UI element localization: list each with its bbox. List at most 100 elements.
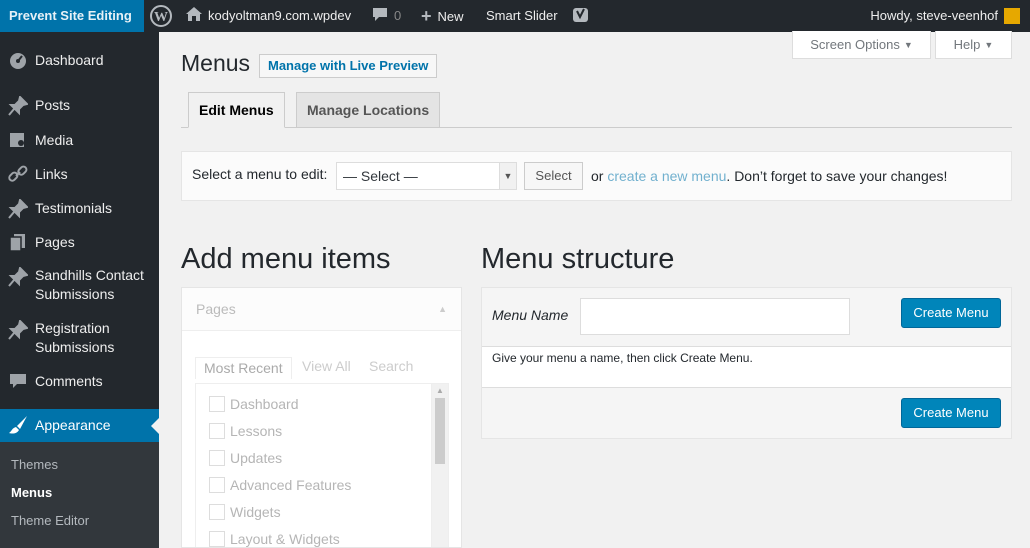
page-title: Menus (181, 50, 251, 76)
checkbox[interactable] (209, 396, 225, 412)
checkbox[interactable] (209, 504, 225, 520)
menu-structure-header: Menu Name Create Menu (482, 288, 1011, 347)
list-item-label: Layout & Widgets (230, 531, 340, 547)
hint-prefix: or (591, 168, 604, 184)
sidebar-item-pages[interactable]: Pages (0, 228, 159, 256)
menu-select-dropdown[interactable]: — Select — ▼ (336, 162, 517, 190)
sidebar-item-appearance[interactable]: Appearance (0, 409, 159, 442)
scrollbar[interactable]: ▲ (431, 384, 448, 547)
comments-count: 0 (394, 8, 402, 23)
sidebar-item-label: Pages (35, 234, 75, 250)
tab-edit-menus[interactable]: Edit Menus (188, 92, 285, 128)
tab-search[interactable]: Search (369, 358, 413, 374)
svg-text:W: W (154, 10, 168, 25)
sidebar-item-comments[interactable]: Comments (0, 367, 159, 395)
site-title-link[interactable]: Prevent Site Editing (0, 0, 144, 32)
comments-link[interactable]: 0 (372, 0, 401, 32)
add-menu-items-title: Add menu items (181, 243, 391, 275)
live-preview-button[interactable]: Manage with Live Preview (259, 54, 438, 78)
caret-down-icon: ▼ (903, 40, 913, 50)
sidebar-item-label: Testimonials (35, 200, 113, 216)
create-menu-button[interactable]: Create Menu (901, 298, 1001, 328)
pages-icon (8, 232, 28, 252)
checkbox[interactable] (209, 531, 225, 547)
new-label: New (437, 9, 464, 24)
tab-most-recent[interactable]: Most Recent (195, 357, 292, 379)
sidebar-item-label: Sandhills Contact Submissions (35, 267, 144, 302)
list-item[interactable]: Lessons (209, 423, 282, 439)
list-item[interactable]: Widgets (209, 504, 281, 520)
sidebar-item-links[interactable]: Links (0, 160, 159, 188)
menu-select-value: — Select — (343, 168, 418, 184)
sidebar-item-label: Dashboard (35, 52, 104, 68)
tab-view-all[interactable]: View All (302, 358, 351, 374)
help-label: Help (953, 37, 981, 52)
submenu-item-menus[interactable]: Menus (11, 485, 52, 500)
chevron-down-icon: ▼ (499, 163, 516, 189)
account-menu[interactable]: Howdy, steve-veenhof (870, 0, 1020, 32)
list-item-label: Advanced Features (230, 477, 352, 493)
media-icon (8, 130, 28, 150)
pin-icon (8, 198, 29, 219)
list-item[interactable]: Updates (209, 450, 282, 466)
menu-name-input[interactable] (580, 298, 850, 335)
smart-slider-label: Smart Slider (486, 8, 558, 23)
list-item[interactable]: Dashboard (209, 396, 299, 412)
scrollbar-thumb[interactable] (435, 398, 445, 464)
home-icon (186, 7, 208, 23)
pin-icon (8, 95, 29, 116)
select-hint: or create a new menu. Don’t forget to sa… (591, 168, 947, 184)
list-item-label: Updates (230, 450, 283, 466)
brush-icon (8, 415, 28, 435)
menu-structure-hint: Give your menu a name, then click Create… (492, 351, 753, 365)
scroll-up-icon[interactable]: ▲ (436, 386, 444, 395)
pages-checklist: Dashboard Lessons Updates Advanced Featu… (195, 383, 449, 547)
screen-options-button[interactable]: Screen Options ▼ (792, 31, 931, 59)
checkbox[interactable] (209, 423, 225, 439)
sidebar-item-sandhills-contact[interactable]: Sandhills Contact Submissions (0, 262, 159, 308)
list-item-label: Lessons (230, 423, 283, 439)
submenu-item-theme-editor[interactable]: Theme Editor (11, 513, 89, 528)
tab-manage-locations[interactable]: Manage Locations (296, 92, 441, 128)
create-new-menu-link[interactable]: create a new menu (607, 168, 726, 184)
home-link[interactable]: kodyoltman9.com.wpdev (186, 0, 351, 32)
pin-icon (8, 319, 29, 340)
checkbox[interactable] (209, 450, 225, 466)
comment-icon (372, 8, 394, 23)
sidebar-item-media[interactable]: Media (0, 126, 159, 154)
list-item[interactable]: Advanced Features (209, 477, 351, 493)
help-button[interactable]: Help ▼ (935, 31, 1012, 59)
sidebar-item-testimonials[interactable]: Testimonials (0, 194, 159, 222)
submenu-item-themes[interactable]: Themes (11, 457, 58, 472)
sidebar-item-registration[interactable]: Registration Submissions (0, 315, 159, 361)
site-title-label: Prevent Site Editing (9, 8, 132, 23)
wordpress-logo-icon[interactable]: W (150, 0, 174, 32)
checkbox[interactable] (209, 477, 225, 493)
caret-down-icon: ▼ (984, 40, 994, 50)
yoast-icon (572, 8, 590, 29)
screen-options-label: Screen Options (810, 37, 900, 52)
menu-name-label: Menu Name (492, 307, 569, 323)
admin-bar: Prevent Site Editing W kodyoltman9.com.w… (0, 0, 1030, 32)
create-menu-button[interactable]: Create Menu (901, 398, 1001, 428)
hint-suffix: . Don’t forget to save your changes! (726, 168, 948, 184)
smart-slider-link[interactable]: Smart Slider (486, 0, 558, 32)
sidebar-item-dashboard[interactable]: Dashboard (0, 46, 159, 74)
howdy-label: Howdy, steve-veenhof (870, 8, 998, 23)
select-menu-label: Select a menu to edit: (192, 166, 328, 182)
sidebar-item-label: Appearance (35, 417, 111, 433)
list-item[interactable]: Layout & Widgets (209, 531, 340, 547)
menu-structure-panel: Menu Name Create Menu Give your menu a n… (481, 287, 1012, 439)
sidebar-item-posts[interactable]: Posts (0, 91, 159, 119)
sidebar-item-label: Registration Submissions (35, 320, 115, 355)
select-button[interactable]: Select (524, 162, 583, 190)
sidebar-item-label: Posts (35, 97, 71, 113)
sidebar-item-label: Media (35, 132, 74, 148)
pages-accordion-header[interactable]: Pages ▲ (182, 288, 461, 331)
yoast-link[interactable] (572, 0, 590, 32)
pages-accordion-title: Pages (196, 301, 236, 317)
menu-structure-title: Menu structure (481, 243, 675, 275)
avatar (1004, 7, 1020, 24)
list-item-label: Dashboard (230, 396, 299, 412)
new-content-link[interactable]: + New (421, 0, 464, 32)
